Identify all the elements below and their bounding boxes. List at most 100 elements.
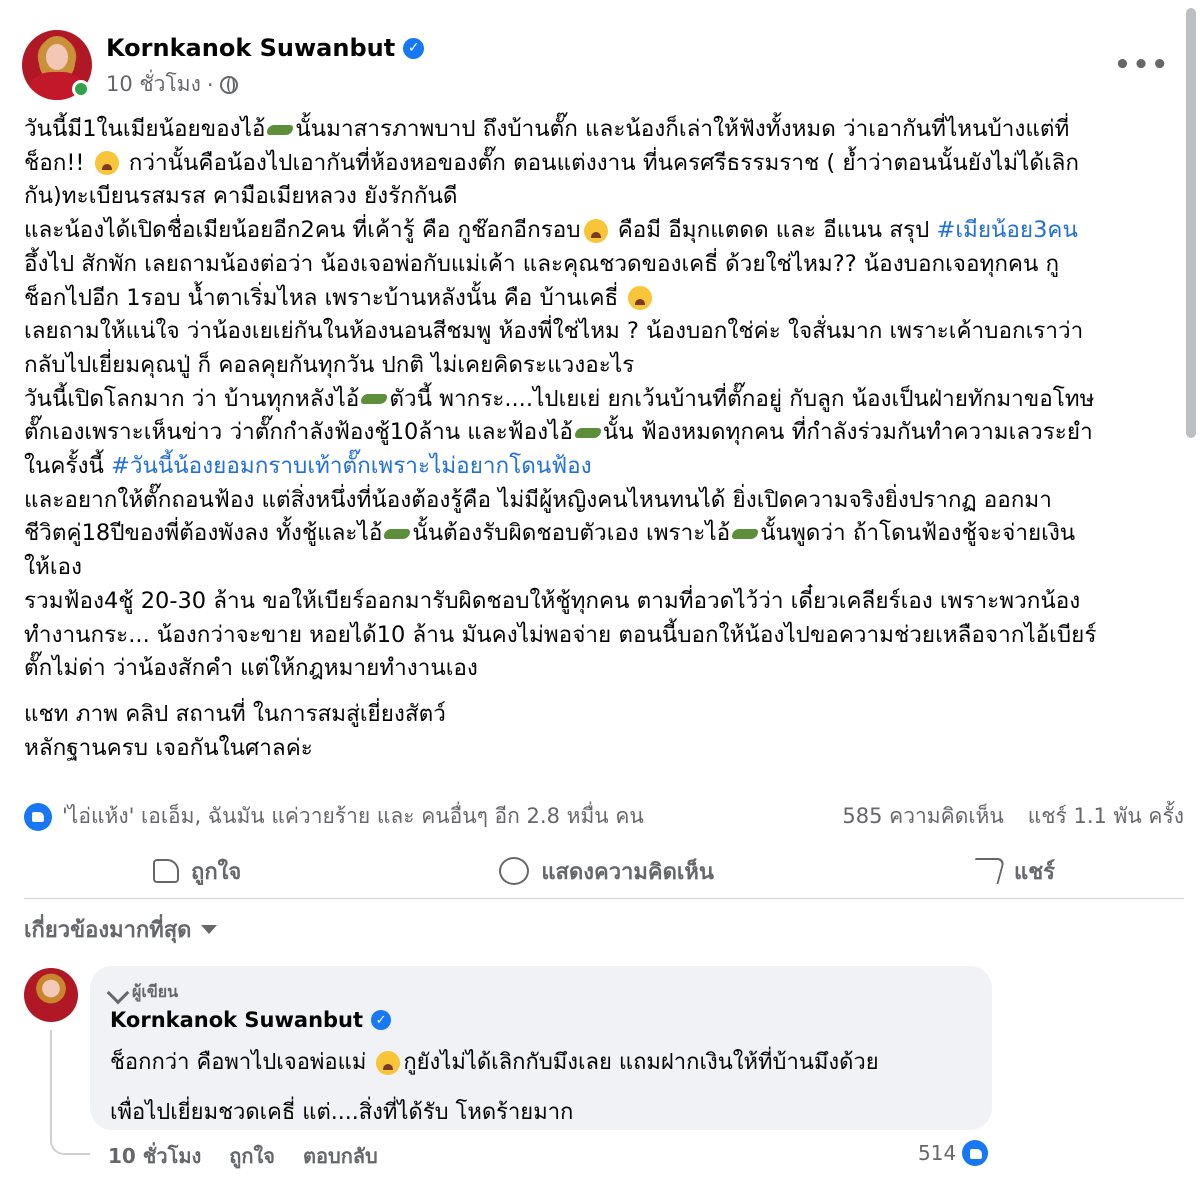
post-line: วันนี้มี1ในเมียน้อยของไอ้ นั้นมาสารภาพบาป…: [24, 113, 1174, 147]
comment-text-line1a: ช็อกกว่า คือพาไปเจอพ่อแม่: [110, 1050, 374, 1075]
comment-author-name[interactable]: Kornkanok Suwanbut: [110, 1008, 363, 1032]
comment-like-button[interactable]: ถูกใจ: [229, 1140, 275, 1172]
facebook-post: Kornkanok Suwanbut ✓ 10 ชั่วโมง · ••• วั…: [0, 0, 1200, 1185]
post-text-segment: ช็อกไปอีก 1รอบ น้ำตาเริ่มไหล เพราะบ้านหล…: [24, 284, 626, 311]
post-text-segment: คือมี อีมุกแตดด และ อีแนน สรุป: [610, 217, 937, 244]
post-text-segment: วันนี้เปิดโลกมาก ว่า บ้านทุกหลังไอ้: [24, 385, 360, 412]
crocodile-icon: [574, 427, 601, 438]
post-text-segment: นั้นมาสารภาพบาป ถึงบ้านตั๊ก และน้องก็เล่…: [295, 116, 1070, 142]
post-line: ในครั้งนี้ #วันนี้น้องยอมกราบเท้าตั๊กเพร…: [24, 450, 1174, 484]
online-status-dot: [72, 80, 90, 98]
post-text-segment: ตั๊กเองเพราะเห็นข่าว ว่าตั๊กกำลังฟ้องชู้…: [24, 419, 573, 446]
post-meta: 10 ชั่วโมง ·: [106, 68, 238, 101]
post-text-segment: ตัวนี้ พากระ....ไปเยเย่ ยกเว้นบ้านที่ตั๊…: [389, 385, 1095, 412]
post-line: วันนี้เปิดโลกมาก ว่า บ้านทุกหลังไอ้ ตัวนี…: [24, 383, 1174, 417]
action-divider: [24, 898, 1184, 899]
comment-sort-dropdown[interactable]: เกี่ยวข้องมากที่สุด: [24, 912, 218, 947]
comment-meta: 10 ชั่วโมง ถูกใจ ตอบกลับ: [108, 1140, 378, 1172]
reactions-bar: 'ไอ่แห้ง' เอเอ็ม, ฉันมัน แค่วายร้าย และ …: [24, 800, 1184, 833]
post-action-bar: ถูกใจ แสดงความคิดเห็น แชร์: [24, 845, 1184, 897]
post-text-segment: ตั๊กไม่ด่า ว่าน้องสักคำ แต่ให้กฎหมายทำงา…: [24, 655, 478, 682]
post-line: ทำงานกระ... น้องกว่าจะขาย หอยได้10 ล้าน …: [24, 619, 1174, 653]
comment-count[interactable]: 585 ความคิดเห็น: [842, 800, 1003, 833]
post-timestamp[interactable]: 10 ชั่วโมง: [106, 68, 201, 101]
post-text-segment: ในครั้งนี้: [24, 453, 112, 480]
share-count[interactable]: แชร์ 1.1 พัน ครั้ง: [1028, 800, 1184, 833]
verified-badge-icon: ✓: [371, 1010, 392, 1030]
post-line: ช็อก!! กว่านั้นคือน้องไปเอากันที่ห้องหอข…: [24, 147, 1174, 181]
post-line: แชท ภาพ คลิป สถานที่ ในการสมสู่เยี่ยงสัต…: [24, 698, 1174, 732]
post-text-segment: รวมฟ้อง4ชู้ 20-30 ล้าน ขอให้เบียร์ออกมาร…: [24, 587, 1081, 614]
comment-bubble-icon: [499, 857, 530, 885]
post-line: ตั๊กเองเพราะเห็นข่าว ว่าตั๊กกำลังฟ้องชู้…: [24, 416, 1174, 450]
post-text-segment: นั้นพูดว่า ถ้าโดนฟ้องชู้จะจ่ายเงิน: [760, 520, 1076, 547]
share-arrow-icon: [968, 858, 1006, 884]
post-text-segment: เลยถามให้แน่ใจ ว่าน้องเยเย่กันในห้องนอนส…: [24, 318, 1084, 345]
post-text-segment: นั้นต้องรับผิดชอบตัวเอง เพราะไอ้: [412, 520, 731, 547]
meta-separator: ·: [206, 72, 214, 97]
post-line: ให้เอง: [24, 551, 1174, 585]
comment-author-avatar[interactable]: [24, 968, 78, 1022]
thread-line: [50, 1030, 90, 1155]
reaction-summary[interactable]: 'ไอ่แห้ง' เอเอ็ม, ฉันมัน แค่วายร้าย และ …: [62, 800, 644, 833]
post-line: กลับไปเยี่ยมคุณปู่ ก็ คอลคุยกันทุกวัน ปก…: [24, 349, 1174, 383]
share-button[interactable]: แชร์: [968, 854, 1055, 889]
comment-label: แสดงความคิดเห็น: [541, 859, 714, 885]
comment-reaction-count[interactable]: 514: [918, 1140, 989, 1166]
post-author-name[interactable]: Kornkanok Suwanbut: [106, 34, 395, 62]
post-author-row: Kornkanok Suwanbut ✓: [106, 34, 425, 62]
more-options-button[interactable]: •••: [1114, 50, 1170, 80]
post-line: ช็อกไปอีก 1รอบ น้ำตาเริ่มไหล เพราะบ้านหล…: [24, 282, 1174, 316]
comment-button[interactable]: แสดงความคิดเห็น: [499, 854, 714, 889]
sort-label: เกี่ยวข้องมากที่สุด: [24, 918, 192, 943]
post-line: หลักฐานครบ เจอกันในศาลค่ะ: [24, 732, 1174, 766]
post-text-segment: ชีวิตคู่18ปีของพี่ต้องพังลง ทั้งชู้และไอ…: [24, 520, 383, 547]
post-text-segment: แชท ภาพ คลิป สถานที่ ในการสมสู่เยี่ยงสัต…: [24, 700, 446, 727]
like-reaction-icon: [962, 1140, 989, 1166]
hashtag-link[interactable]: #เมียน้อย3คน: [936, 217, 1077, 243]
post-line: เลยถามให้แน่ใจ ว่าน้องเยเย่กันในห้องนอนส…: [24, 315, 1174, 349]
crocodile-icon: [267, 124, 294, 135]
comment-text: ช็อกกว่า คือพาไปเจอพ่อแม่ กูยังไม่ได้เลิ…: [110, 1038, 980, 1138]
like-button[interactable]: ถูกใจ: [153, 854, 241, 889]
comment-bubble: ผู้เขียน Kornkanok Suwanbut ✓ ช็อกกว่า ค…: [90, 966, 992, 1130]
post-line: และน้องได้เปิดชื่อเมียน้อยอีก2คน ที่เค้า…: [24, 214, 1174, 248]
verified-badge-icon: ✓: [403, 37, 425, 59]
post-text-segment: อึ้งไป สักพัก เลยถามน้องต่อว่า น้องเจอพ่…: [24, 250, 1060, 277]
caret-down-icon: [201, 925, 218, 934]
crocodile-icon: [732, 528, 759, 539]
author-tag: ผู้เขียน: [106, 980, 179, 1005]
post-text-segment: หลักฐานครบ เจอกันในศาลค่ะ: [24, 734, 313, 761]
post-text-segment: กัน)ทะเบียนรสมรส คามือเมียหลวง ยังรักกัน…: [24, 183, 458, 210]
post-line: กัน)ทะเบียนรสมรส คามือเมียหลวง ยังรักกัน…: [24, 180, 1174, 214]
post-line: รวมฟ้อง4ชู้ 20-30 ล้าน ขอให้เบียร์ออกมาร…: [24, 585, 1174, 619]
share-label: แชร์: [1014, 859, 1055, 885]
post-text-segment: วันนี้มี1ในเมียน้อยของไอ้: [24, 116, 266, 142]
crying-face-icon: [376, 1051, 401, 1075]
post-text: วันนี้มี1ในเมียน้อยของไอ้ นั้นมาสารภาพบาป…: [24, 113, 1174, 765]
globe-icon: [219, 75, 238, 94]
crocodile-icon: [361, 394, 388, 405]
post-text-segment: นั้น ฟ้องหมดทุกคน ที่กำลังร่วมกันทำความเ…: [602, 419, 1093, 446]
comment-timestamp[interactable]: 10 ชั่วโมง: [108, 1140, 201, 1172]
comment-text-line2: เพื่อไปเยี่ยมชวดเคธี่ แต่....สิ่งที่ได้ร…: [110, 1100, 574, 1125]
crying-face-icon: [94, 151, 119, 176]
post-text-segment: ทำงานกระ... น้องกว่าจะขาย หอยได้10 ล้าน …: [24, 621, 1097, 648]
pen-icon: [106, 981, 130, 1004]
crying-face-icon: [628, 286, 653, 311]
post-text-segment: กลับไปเยี่ยมคุณปู่ ก็ คอลคุยกันทุกวัน ปก…: [24, 351, 635, 378]
post-text-segment: และอยากให้ตั๊กถอนฟ้อง แต่สิ่งหนึ่งที่น้อ…: [24, 486, 1052, 513]
crying-face-icon: [583, 218, 608, 243]
thumbs-up-icon: [153, 859, 180, 883]
post-text-segment: ให้เอง: [24, 554, 83, 581]
post-line: อึ้งไป สักพัก เลยถามน้องต่อว่า น้องเจอพ่…: [24, 248, 1174, 282]
scrollbar[interactable]: [1186, 8, 1196, 438]
like-reaction-icon[interactable]: [24, 802, 52, 831]
hashtag-link[interactable]: #วันนี้น้องยอมกราบเท้าตั๊กเพราะไม่อยากโด…: [111, 453, 592, 479]
post-text-segment: กว่านั้นคือน้องไปเอากันที่ห้องหอของตั๊ก …: [121, 149, 1080, 176]
comment-reply-button[interactable]: ตอบกลับ: [303, 1140, 378, 1172]
comment-author-row: Kornkanok Suwanbut ✓: [110, 1008, 392, 1032]
author-tag-label: ผู้เขียน: [132, 982, 179, 1001]
post-line: ตั๊กไม่ด่า ว่าน้องสักคำ แต่ให้กฎหมายทำงา…: [24, 652, 1174, 686]
